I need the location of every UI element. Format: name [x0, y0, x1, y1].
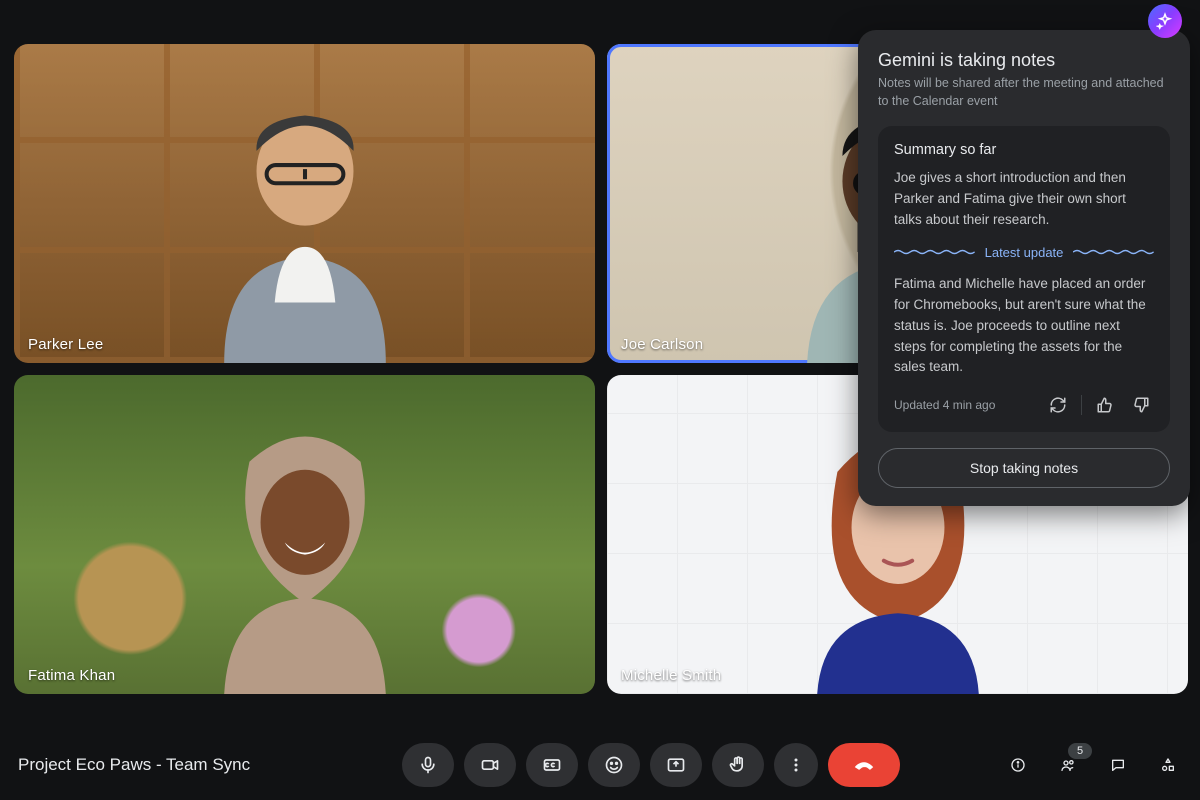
latest-update-text: Fatima and Michelle have placed an order… — [894, 274, 1154, 379]
hand-icon — [728, 755, 748, 775]
mic-button[interactable] — [402, 743, 454, 787]
activities-button[interactable] — [1154, 751, 1182, 779]
meeting-details-button[interactable] — [1004, 751, 1032, 779]
divider — [1081, 395, 1082, 415]
right-controls: 5 — [1004, 751, 1182, 779]
hangup-icon — [851, 752, 877, 778]
thumbs-down-icon — [1132, 396, 1150, 414]
sparkle-icon — [1156, 12, 1174, 30]
call-controls — [298, 743, 1004, 787]
chat-button[interactable] — [1104, 751, 1132, 779]
wavy-line-icon — [1073, 249, 1154, 255]
gemini-notes-panel: Gemini is taking notes Notes will be sha… — [858, 30, 1190, 506]
more-options-button[interactable] — [774, 743, 818, 787]
captions-icon — [542, 755, 562, 775]
summary-text: Joe gives a short introduction and then … — [894, 168, 1154, 231]
stop-taking-notes-button[interactable]: Stop taking notes — [878, 448, 1170, 488]
camera-button[interactable] — [464, 743, 516, 787]
video-tile-parker[interactable]: Parker Lee — [14, 44, 595, 363]
present-screen-icon — [666, 755, 686, 775]
latest-update-label: Latest update — [985, 245, 1064, 260]
participant-name: Joe Carlson — [621, 336, 703, 353]
refresh-icon — [1049, 396, 1067, 414]
gemini-fab[interactable] — [1148, 4, 1182, 38]
bottom-bar: Project Eco Paws - Team Sync — [0, 730, 1200, 800]
video-tile-fatima[interactable]: Fatima Khan — [14, 375, 595, 694]
participant-name: Fatima Khan — [28, 667, 115, 684]
mic-icon — [418, 755, 438, 775]
participant-avatar — [203, 60, 405, 363]
wavy-line-icon — [894, 249, 975, 255]
thumbs-up-icon — [1096, 396, 1114, 414]
camera-icon — [480, 755, 500, 775]
raise-hand-button[interactable] — [712, 743, 764, 787]
reactions-button[interactable] — [588, 743, 640, 787]
more-vertical-icon — [786, 755, 806, 775]
people-button[interactable]: 5 — [1054, 751, 1082, 779]
notes-title: Gemini is taking notes — [878, 50, 1170, 71]
emoji-icon — [604, 755, 624, 775]
notes-subtitle: Notes will be shared after the meeting a… — [878, 75, 1170, 110]
participant-name: Michelle Smith — [621, 667, 721, 684]
present-button[interactable] — [650, 743, 702, 787]
refresh-button[interactable] — [1045, 392, 1071, 418]
latest-update-divider: Latest update — [894, 245, 1154, 260]
participant-avatar — [203, 391, 405, 694]
shapes-icon — [1160, 754, 1176, 776]
leave-call-button[interactable] — [828, 743, 900, 787]
summary-card: Summary so far Joe gives a short introdu… — [878, 126, 1170, 432]
updated-timestamp: Updated 4 min ago — [894, 398, 1035, 412]
participant-count-badge: 5 — [1068, 743, 1092, 759]
thumbs-up-button[interactable] — [1092, 392, 1118, 418]
participant-name: Parker Lee — [28, 336, 103, 353]
chat-icon — [1110, 754, 1126, 776]
info-icon — [1010, 754, 1026, 776]
summary-heading: Summary so far — [894, 142, 1154, 158]
thumbs-down-button[interactable] — [1128, 392, 1154, 418]
captions-button[interactable] — [526, 743, 578, 787]
meeting-title: Project Eco Paws - Team Sync — [18, 755, 298, 775]
